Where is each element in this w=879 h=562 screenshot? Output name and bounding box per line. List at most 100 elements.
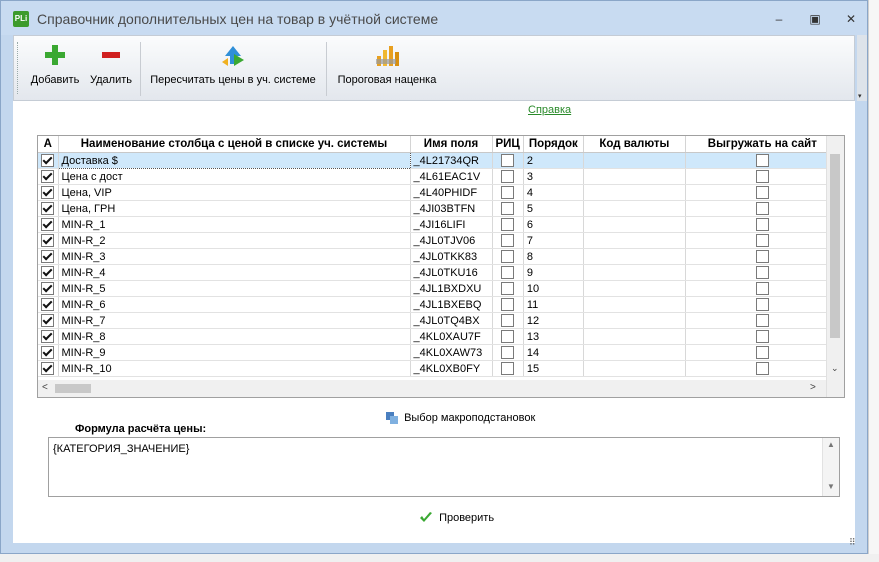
ric-cell[interactable]	[492, 232, 524, 249]
active-checkbox[interactable]	[41, 314, 55, 327]
ric-cell[interactable]	[492, 344, 524, 361]
order-cell[interactable]: 6	[523, 216, 584, 233]
active-checkbox[interactable]	[41, 154, 55, 167]
ric-checkbox[interactable]	[501, 154, 515, 167]
active-checkbox[interactable]	[41, 250, 55, 263]
table-row[interactable]: MIN-R_3 _4JL0TKK83 8	[38, 248, 840, 265]
table-row[interactable]: MIN-R_4 _4JL0TKU16 9	[38, 264, 840, 281]
ric-checkbox[interactable]	[501, 362, 515, 375]
chevron-down-icon[interactable]: ⌄	[831, 363, 839, 374]
formula-textarea[interactable]: {КАТЕГОРИЯ_ЗНАЧЕНИЕ} ▲ ▼	[48, 437, 840, 497]
export-checkbox[interactable]	[755, 362, 769, 375]
active-cell[interactable]	[38, 280, 59, 297]
currency-cell[interactable]	[583, 360, 686, 377]
order-cell[interactable]: 3	[523, 168, 584, 185]
col-header-export[interactable]: Выгружать на сайт	[685, 136, 840, 153]
export-cell[interactable]	[685, 264, 840, 281]
ric-cell[interactable]	[492, 184, 524, 201]
export-cell[interactable]	[685, 296, 840, 313]
ric-cell[interactable]	[492, 248, 524, 265]
ric-checkbox[interactable]	[501, 250, 515, 263]
export-checkbox[interactable]	[755, 218, 769, 231]
export-checkbox[interactable]	[755, 282, 769, 295]
active-checkbox[interactable]	[41, 362, 55, 375]
formula-scrollbar[interactable]: ▲ ▼	[822, 438, 839, 496]
name-cell[interactable]: MIN-R_3	[58, 248, 411, 265]
order-cell[interactable]: 15	[523, 360, 584, 377]
name-cell[interactable]: MIN-R_8	[58, 328, 411, 345]
title-bar[interactable]: PLi Справочник дополнительных цен на тов…	[1, 1, 867, 35]
col-header-currency[interactable]: Код валюты	[583, 136, 686, 153]
table-row[interactable]: MIN-R_2 _4JL0TJV06 7	[38, 232, 840, 249]
currency-cell[interactable]	[583, 344, 686, 361]
export-cell[interactable]	[685, 344, 840, 361]
export-cell[interactable]	[685, 184, 840, 201]
active-checkbox[interactable]	[41, 298, 55, 311]
active-checkbox[interactable]	[41, 266, 55, 279]
export-cell[interactable]	[685, 232, 840, 249]
name-cell[interactable]: MIN-R_6	[58, 296, 411, 313]
order-cell[interactable]: 10	[523, 280, 584, 297]
export-cell[interactable]	[685, 248, 840, 265]
currency-cell[interactable]	[583, 232, 686, 249]
currency-cell[interactable]	[583, 184, 686, 201]
currency-cell[interactable]	[583, 248, 686, 265]
field-cell[interactable]: _4JL0TKU16	[410, 264, 493, 281]
grid-vertical-scrollbar[interactable]: ⌄	[826, 136, 844, 397]
currency-cell[interactable]	[583, 264, 686, 281]
export-cell[interactable]	[685, 168, 840, 185]
ric-checkbox[interactable]	[501, 282, 515, 295]
ric-checkbox[interactable]	[501, 330, 515, 343]
field-cell[interactable]: _4JL1BXEBQ	[410, 296, 493, 313]
export-cell[interactable]	[685, 200, 840, 217]
macro-substitution-button[interactable]: Выбор макроподстановок	[385, 411, 535, 425]
ric-cell[interactable]	[492, 216, 524, 233]
currency-cell[interactable]	[583, 312, 686, 329]
active-checkbox[interactable]	[41, 234, 55, 247]
export-checkbox[interactable]	[755, 298, 769, 311]
order-cell[interactable]: 5	[523, 200, 584, 217]
minimize-button[interactable]: –	[766, 9, 792, 29]
table-row[interactable]: Цена, ГРН _4JI03BTFN 5	[38, 200, 840, 217]
active-checkbox[interactable]	[41, 218, 55, 231]
maximize-button[interactable]: ▣	[802, 9, 828, 29]
order-cell[interactable]: 13	[523, 328, 584, 345]
toolbar-overflow[interactable]: ▾	[857, 35, 867, 101]
field-cell[interactable]: _4JL0TKK83	[410, 248, 493, 265]
name-cell[interactable]: Цена, VIP	[58, 184, 411, 201]
grid-horizontal-scrollbar[interactable]: < >	[38, 380, 826, 397]
currency-cell[interactable]	[583, 280, 686, 297]
order-cell[interactable]: 9	[523, 264, 584, 281]
ric-checkbox[interactable]	[501, 218, 515, 231]
name-cell[interactable]: MIN-R_4	[58, 264, 411, 281]
export-checkbox[interactable]	[755, 250, 769, 263]
field-cell[interactable]: _4JI03BTFN	[410, 200, 493, 217]
table-row[interactable]: MIN-R_1 _4JI16LIFI 6	[38, 216, 840, 233]
currency-cell[interactable]	[583, 200, 686, 217]
field-cell[interactable]: _4KL0XB0FY	[410, 360, 493, 377]
active-checkbox[interactable]	[41, 202, 55, 215]
threshold-markup-button[interactable]: Пороговая наценка	[332, 42, 442, 94]
field-cell[interactable]: _4KL0XAW73	[410, 344, 493, 361]
order-cell[interactable]: 12	[523, 312, 584, 329]
export-checkbox[interactable]	[755, 330, 769, 343]
col-header-field[interactable]: Имя поля	[410, 136, 493, 153]
export-checkbox[interactable]	[755, 234, 769, 247]
name-cell[interactable]: MIN-R_2	[58, 232, 411, 249]
name-cell[interactable]: Доставка $	[57, 152, 411, 169]
ric-cell[interactable]	[492, 360, 524, 377]
export-checkbox[interactable]	[755, 314, 769, 327]
field-cell[interactable]: _4JI16LIFI	[410, 216, 493, 233]
active-cell[interactable]	[38, 344, 59, 361]
currency-cell[interactable]	[583, 296, 686, 313]
export-checkbox[interactable]	[755, 170, 769, 183]
scroll-down-icon[interactable]: ▼	[827, 482, 835, 491]
currency-cell[interactable]	[583, 152, 686, 169]
active-checkbox[interactable]	[41, 170, 55, 183]
ric-checkbox[interactable]	[501, 298, 515, 311]
active-cell[interactable]	[38, 152, 59, 169]
active-checkbox[interactable]	[41, 282, 55, 295]
export-cell[interactable]	[685, 216, 840, 233]
close-button[interactable]: ✕	[838, 9, 864, 29]
name-cell[interactable]: MIN-R_10	[58, 360, 411, 377]
